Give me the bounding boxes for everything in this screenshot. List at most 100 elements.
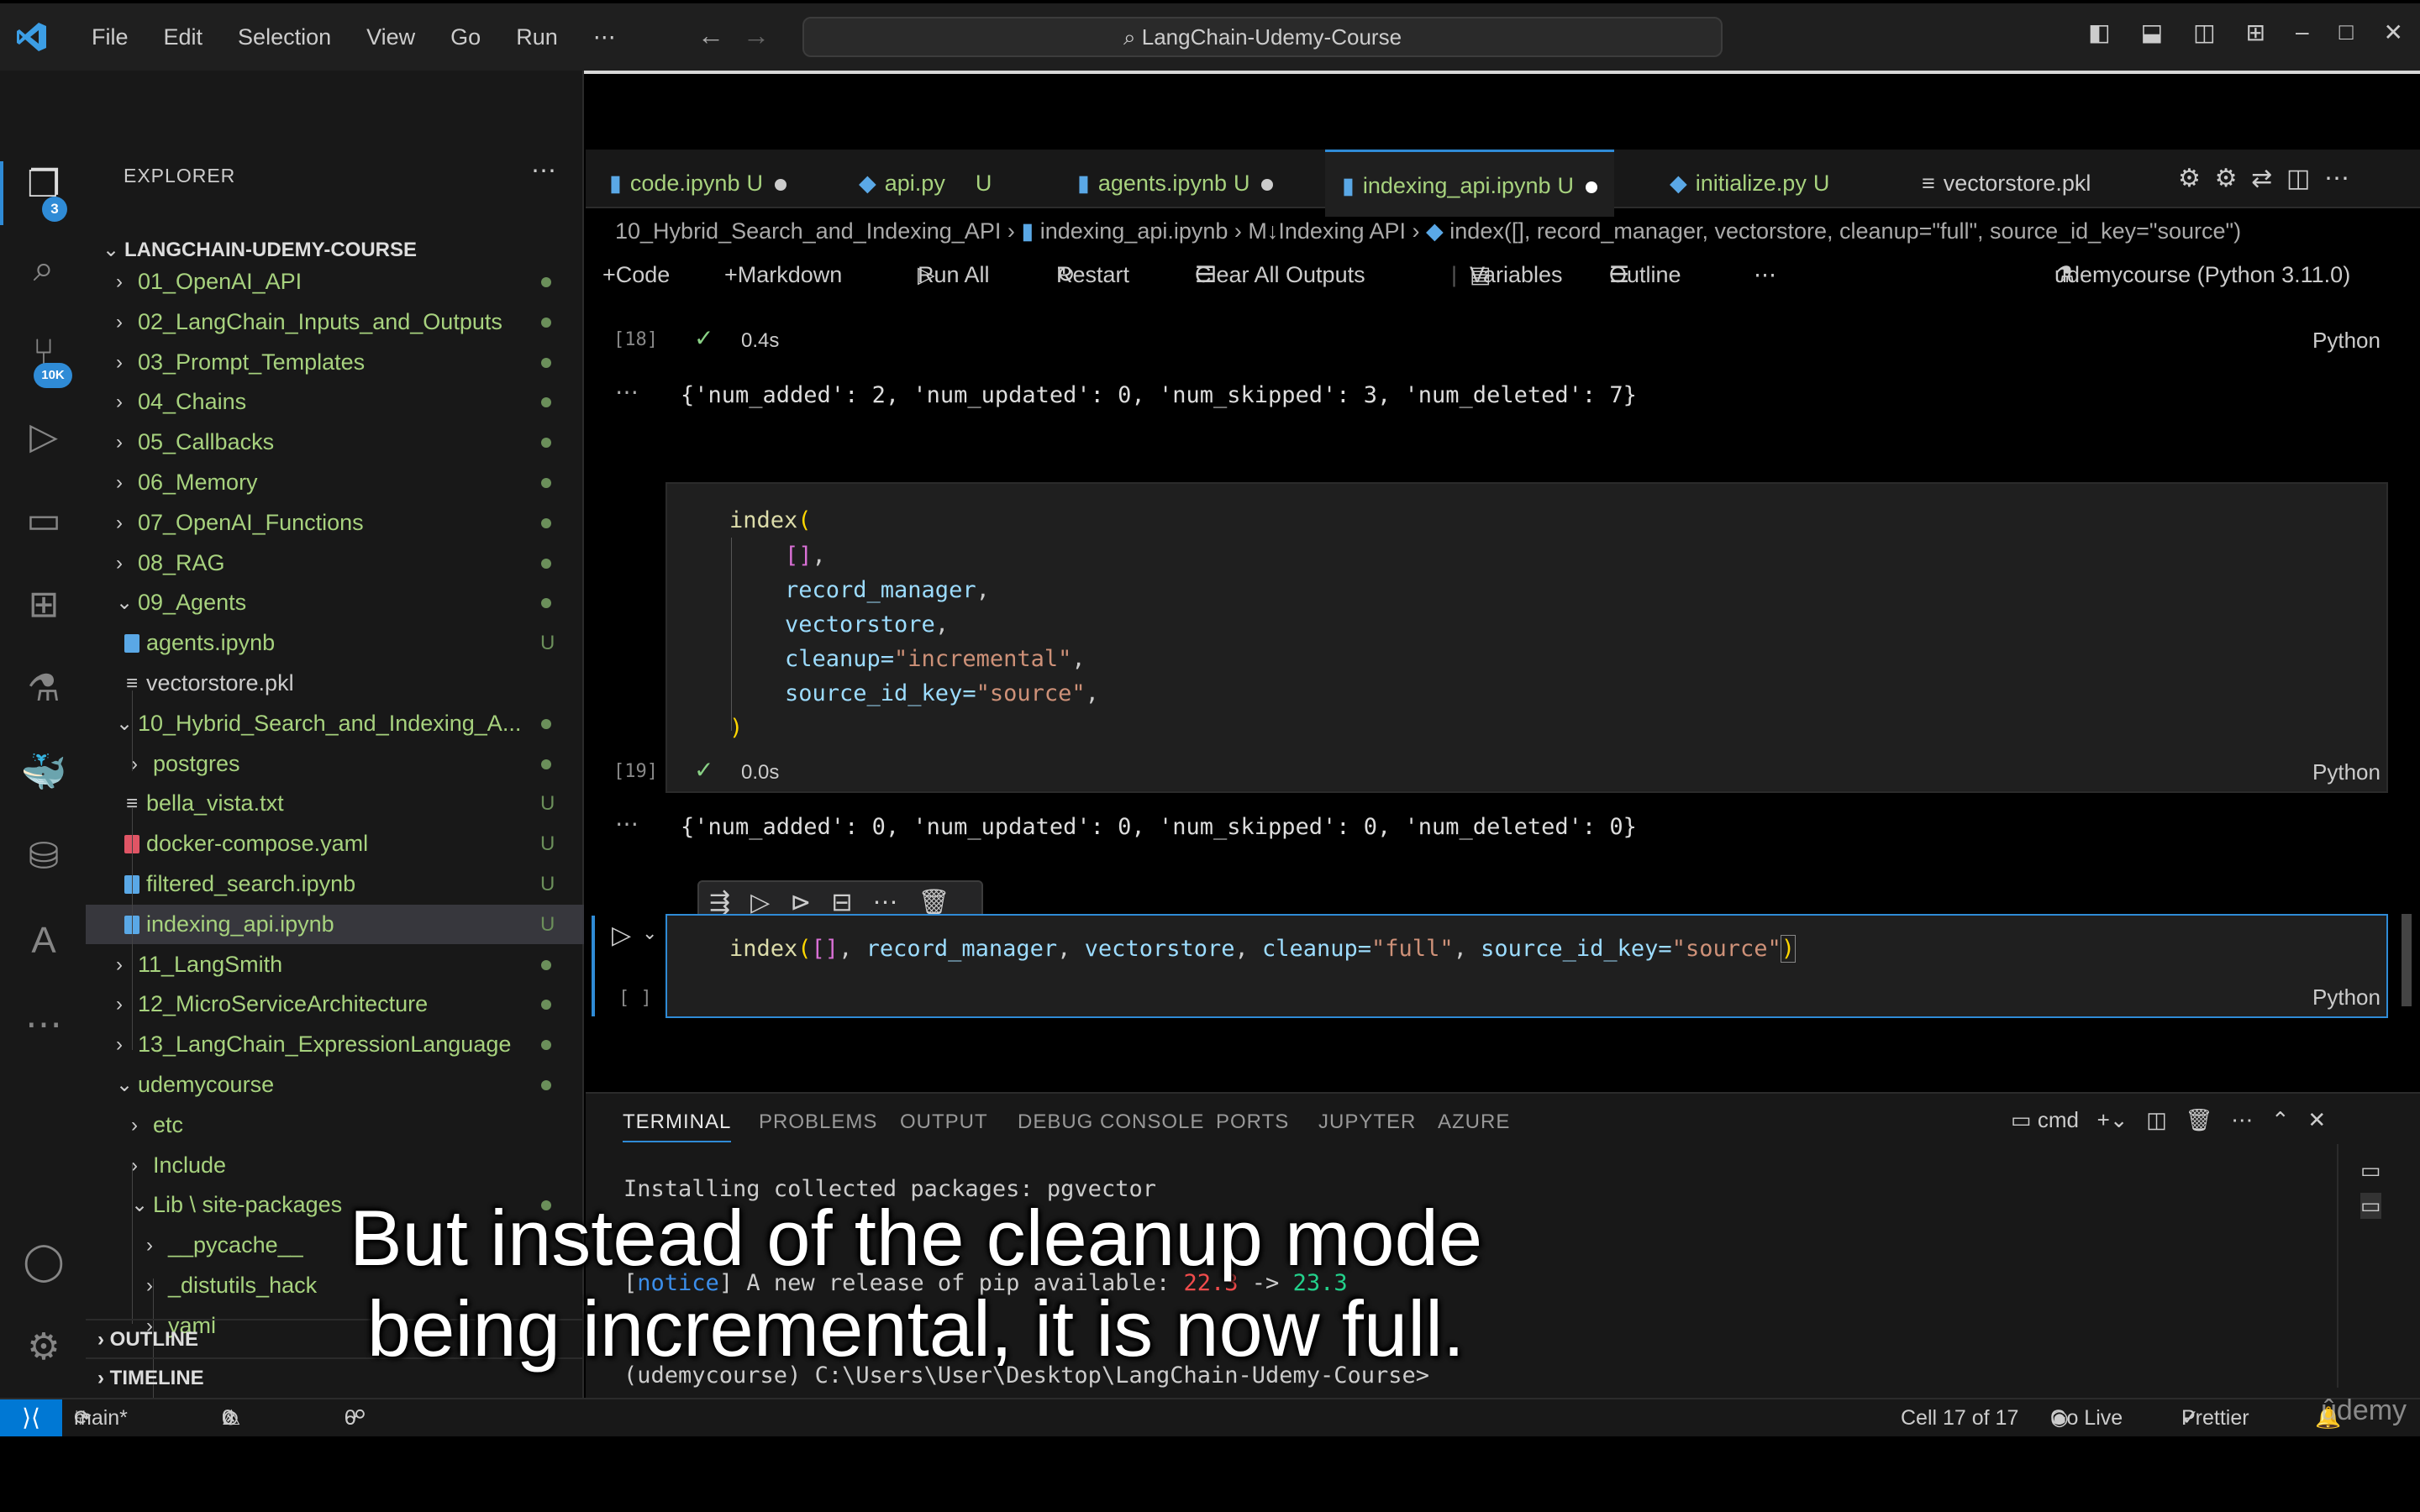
tree-folder-udemycourse[interactable]: ⌄ udemycourse (86, 1065, 584, 1105)
tree-folder-01-openai-api[interactable]: › 01_OpenAI_API (86, 262, 584, 302)
tab-agents-ipynb[interactable]: ▮ agents.ipynb U (1077, 150, 1274, 217)
terminal-instance-active-icon[interactable]: ▭ (2360, 1193, 2381, 1219)
tab-api-py[interactable]: ◆ api.py U (859, 150, 992, 217)
menu-file[interactable]: File (74, 24, 146, 50)
tree-folder-03-prompt-templates[interactable]: › 03_Prompt_Templates (86, 343, 584, 382)
tree-folder-08-rag[interactable]: › 08_RAG (86, 543, 584, 583)
output-more-icon[interactable]: ⋯ (615, 378, 639, 406)
remote-explorer-icon[interactable]: ▭ (20, 497, 67, 544)
cell-18-language[interactable]: Python (2312, 328, 2381, 354)
kernel-settings-icon[interactable]: ⚙ (2178, 165, 2201, 192)
menu-run[interactable]: Run (498, 24, 576, 50)
search-icon[interactable]: ⌕ (20, 245, 67, 292)
new-terminal-icon[interactable]: + (2097, 1107, 2110, 1132)
run-by-line-icon[interactable]: ⇶ (709, 888, 730, 917)
toggle-panel-icon[interactable]: ⬓ (2141, 18, 2163, 46)
cell-19-language[interactable]: Python (2312, 759, 2381, 785)
toggle-sidebar-icon[interactable]: ◧ (2088, 18, 2110, 46)
breadcrumb-symbol[interactable]: index([], record_manager, vectorstore, c… (1449, 218, 2241, 244)
execute-above-icon[interactable]: ▷ (750, 888, 770, 917)
split-cell-icon[interactable]: ⊟ (831, 888, 852, 917)
panel-more-icon[interactable]: ⋯ (2231, 1107, 2253, 1132)
close-panel-icon[interactable]: ✕ (2307, 1107, 2326, 1132)
tab-terminal[interactable]: TERMINAL (623, 1110, 732, 1142)
tab-output[interactable]: OUTPUT (900, 1110, 988, 1134)
tree-file-filtered-search-ipynb[interactable]: filtered_search.ipynb U (86, 864, 584, 904)
tab-ports[interactable]: PORTS (1216, 1110, 1289, 1134)
add-code-button[interactable]: + Code (602, 254, 670, 296)
tab-code-ipynb[interactable]: ▮ code.ipynb U (609, 150, 786, 217)
tree-folder-10-hybrid-search-and-indexing-a-[interactable]: ⌄ 10_Hybrid_Search_and_Indexing_A... (86, 704, 584, 743)
menu-more[interactable]: ⋯ (576, 24, 634, 50)
cell-19[interactable] (666, 482, 2388, 793)
chevron-down-icon[interactable]: ⌄ (2110, 1107, 2128, 1132)
tab-jupyter[interactable]: JUPYTER (1318, 1110, 1416, 1134)
tab-more-icon[interactable]: ⋯ (2324, 165, 2349, 192)
customize-layout-icon[interactable]: ⊞ (2246, 18, 2265, 46)
cell-more-icon[interactable]: ⋯ (873, 888, 898, 917)
split-terminal-icon[interactable]: ◫ (2146, 1107, 2167, 1132)
tree-file-bella-vista-txt[interactable]: ≡ bella_vista.txt U (86, 784, 584, 823)
tab-problems[interactable]: PROBLEMS (759, 1110, 877, 1134)
testing-icon[interactable]: ⚗ (20, 665, 67, 712)
tree-folder-11-langsmith[interactable]: › 11_LangSmith (86, 945, 584, 984)
terminal-shell-selector[interactable]: cmd (2038, 1107, 2079, 1132)
tree-folder-05-callbacks[interactable]: › 05_Callbacks (86, 423, 584, 462)
explorer-more-icon[interactable]: ⋯ (531, 156, 556, 186)
remote-indicator-icon[interactable]: ⟩⟨ (0, 1399, 62, 1436)
current-cell[interactable] (666, 914, 2388, 1018)
more-views-icon[interactable]: ⋯ (20, 1001, 67, 1048)
tree-file-agents-ipynb[interactable]: agents.ipynb U (86, 623, 584, 663)
tree-file-docker-compose-yaml[interactable]: docker-compose.yaml U (86, 824, 584, 864)
tab-azure[interactable]: AZURE (1438, 1110, 1510, 1134)
tab-indexing-api-ipynb[interactable]: ▮ indexing_api.ipynb U (1325, 150, 1615, 217)
tab-initialize-py[interactable]: ◆ initialize.py U (1670, 150, 1829, 217)
tree-folder-postgres[interactable]: › postgres (86, 744, 584, 784)
output-more-icon[interactable]: ⋯ (615, 810, 639, 837)
add-markdown-button[interactable]: + Markdown (724, 254, 842, 296)
toolbar-more-icon[interactable]: ⋯ (1754, 254, 1776, 296)
database-icon[interactable]: ⛁ (20, 833, 67, 880)
azure-icon[interactable]: A (20, 917, 67, 964)
tree-folder-etc[interactable]: › etc (86, 1105, 584, 1145)
current-cell-language[interactable]: Python (2312, 984, 2381, 1011)
menu-go[interactable]: Go (433, 24, 498, 50)
breadcrumb-section[interactable]: M↓Indexing API (1248, 218, 1406, 244)
execute-below-icon[interactable]: ⊳ (790, 888, 811, 917)
tree-folder-13-langchain-expressionlanguage[interactable]: › 13_LangChain_ExpressionLanguage (86, 1025, 584, 1064)
extensions-icon[interactable]: ⊞ (20, 581, 67, 628)
menu-selection[interactable]: Selection (220, 24, 349, 50)
settings-gear-icon[interactable]: ⚙ (2215, 165, 2238, 192)
chevron-down-icon[interactable]: ⌄ (642, 922, 657, 944)
maximize-panel-icon[interactable]: ⌃ (2271, 1107, 2290, 1132)
tree-folder-12-microservicearchitecture[interactable]: › 12_MicroServiceArchitecture (86, 984, 584, 1024)
back-arrow-icon[interactable]: ← (697, 20, 743, 50)
docker-icon[interactable]: 🐳 (20, 749, 67, 796)
delete-cell-icon[interactable]: 🗑 (918, 888, 950, 917)
maximize-icon[interactable]: □ (2339, 18, 2354, 46)
toggle-secondary-sidebar-icon[interactable]: ◫ (2193, 18, 2215, 46)
run-cell-icon[interactable]: ▷ (612, 921, 631, 950)
current-cell-code[interactable]: index([], record_manager, vectorstore, c… (729, 935, 1797, 963)
kill-terminal-icon[interactable]: 🗑 (2186, 1107, 2213, 1132)
forward-arrow-icon[interactable]: → (743, 20, 788, 50)
run-debug-icon[interactable]: ▷ (20, 413, 67, 460)
tree-folder-07-openai-functions[interactable]: › 07_OpenAI_Functions (86, 503, 584, 543)
minimize-icon[interactable]: – (2296, 18, 2309, 46)
tab-debug-console[interactable]: DEBUG CONSOLE (1018, 1110, 1204, 1134)
terminal-instance-icon[interactable]: ▭ (2360, 1158, 2381, 1184)
cell-position[interactable]: Cell 17 of 17 (1901, 1399, 2018, 1436)
menu-view[interactable]: View (349, 24, 433, 50)
close-window-icon[interactable]: ✕ (2384, 18, 2403, 46)
tree-file-vectorstore-pkl[interactable]: ≡ vectorstore.pkl (86, 664, 584, 703)
tree-folder-09-agents[interactable]: ⌄ 09_Agents (86, 583, 584, 622)
tree-folder-06-memory[interactable]: › 06_Memory (86, 463, 584, 502)
tree-file-indexing-api-ipynb[interactable]: indexing_api.ipynb U (86, 904, 584, 944)
command-center-search[interactable]: ⌕ LangChain-Udemy-Course (802, 17, 1723, 57)
breadcrumb-folder[interactable]: 10_Hybrid_Search_and_Indexing_API (615, 218, 1001, 244)
tree-folder-include[interactable]: › Include (86, 1146, 584, 1185)
tab-vectorstore-pkl[interactable]: ≡ vectorstore.pkl (1922, 150, 2091, 217)
menu-edit[interactable]: Edit (146, 24, 221, 50)
breadcrumb-file[interactable]: indexing_api.ipynb (1040, 218, 1228, 244)
editor-scrollbar[interactable] (2402, 914, 2412, 1006)
